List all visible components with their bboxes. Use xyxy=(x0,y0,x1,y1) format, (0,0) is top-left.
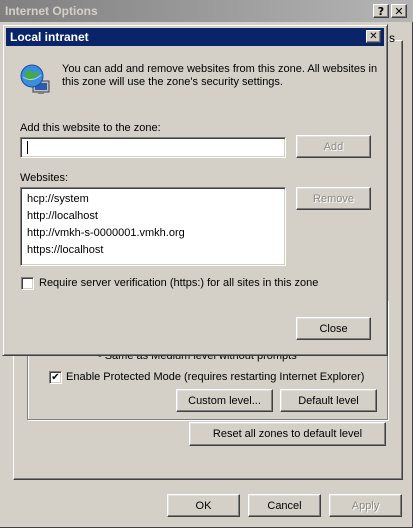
default-level-button[interactable]: Default level xyxy=(280,389,377,412)
protected-mode-label: Enable Protected Mode (requires restarti… xyxy=(66,371,365,383)
add-website-label: Add this website to the zone: xyxy=(20,122,161,134)
internet-options-titlebar: Internet Options xyxy=(0,0,413,22)
list-item[interactable]: hcp://system xyxy=(27,193,89,205)
cancel-button[interactable]: Cancel xyxy=(248,494,321,517)
require-https-label: Require server verification (https:) for… xyxy=(39,277,319,289)
tab-label-fragment[interactable]: s xyxy=(389,31,395,45)
text-caret xyxy=(27,141,28,154)
dialog-close-icon[interactable]: ✕ xyxy=(366,30,381,43)
dialog-title: Local intranet xyxy=(10,30,89,44)
protected-mode-checkbox[interactable]: ✔ xyxy=(49,371,62,384)
local-intranet-dialog: Local intranet ✕ You can add and remove … xyxy=(2,24,388,356)
internet-options-title: Internet Options xyxy=(5,4,98,18)
require-https-checkbox[interactable] xyxy=(21,277,34,290)
dialog-description: You can add and remove websites from thi… xyxy=(62,63,378,88)
list-item[interactable]: http://localhost xyxy=(27,210,98,222)
custom-level-button[interactable]: Custom level... xyxy=(176,389,273,412)
ok-button[interactable]: OK xyxy=(167,494,240,517)
websites-list[interactable]: hcp://system http://localhost http://vmk… xyxy=(20,187,286,266)
apply-button[interactable]: Apply xyxy=(329,494,402,517)
window-close-button[interactable]: ✕ xyxy=(391,4,407,18)
help-button[interactable]: ? xyxy=(373,4,389,18)
remove-button[interactable]: Remove xyxy=(296,187,371,210)
list-item[interactable]: https://localhost xyxy=(27,244,103,256)
add-button[interactable]: Add xyxy=(296,135,371,158)
dialog-close-button[interactable]: Close xyxy=(296,317,371,340)
add-website-input[interactable] xyxy=(20,137,286,158)
list-item[interactable]: http://vmkh-s-0000001.vmkh.org xyxy=(27,227,185,239)
reset-all-zones-button[interactable]: Reset all zones to default level xyxy=(189,422,386,446)
local-intranet-titlebar: Local intranet xyxy=(6,28,384,46)
websites-label: Websites: xyxy=(20,172,69,184)
intranet-globe-icon xyxy=(20,64,50,94)
